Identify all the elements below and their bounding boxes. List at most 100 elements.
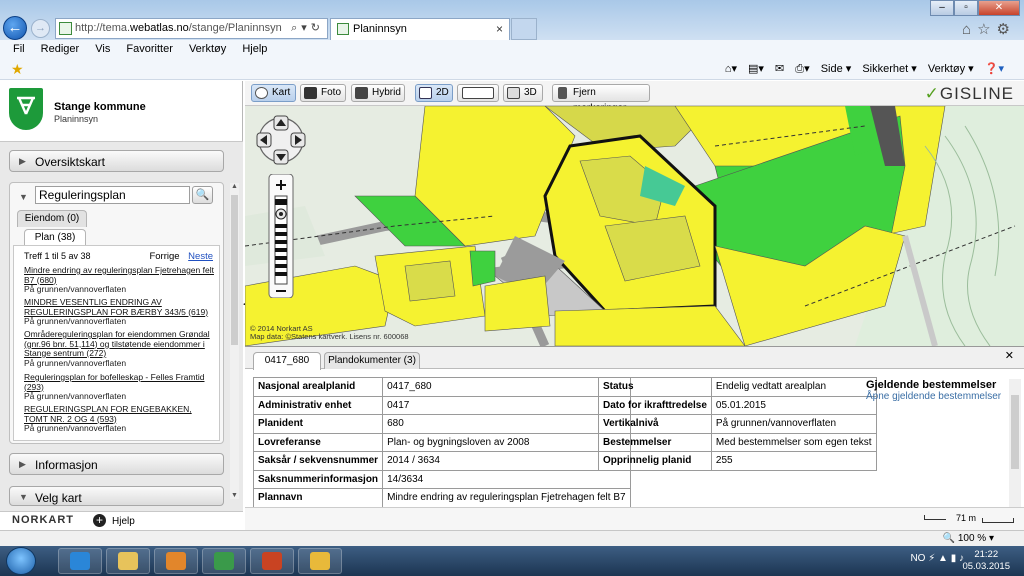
taskbar-app6[interactable] — [298, 548, 342, 574]
zoom-slider[interactable] — [267, 173, 295, 299]
window-close-icon[interactable]: ✕ — [978, 0, 1020, 16]
language-indicator[interactable]: NO — [910, 553, 925, 564]
next-link[interactable]: Neste — [188, 251, 213, 262]
velg-kart-header[interactable]: ▼ Velg kart — [9, 486, 224, 506]
scroll-thumb[interactable] — [231, 195, 238, 345]
result-subtitle: På grunnen/vannoverflaten — [24, 284, 127, 294]
kart-button[interactable]: Kart — [251, 84, 296, 102]
zoning-map-graphic — [245, 106, 1024, 346]
settings-gear-icon[interactable]: ⚙ — [997, 21, 1016, 38]
taskbar-app4[interactable] — [202, 548, 246, 574]
map-canvas[interactable]: © 2014 Norkart AS Map data: ©Statens kar… — [245, 106, 1024, 346]
trash-icon — [558, 87, 567, 99]
panel-scrollbar[interactable]: ▲ ▼ — [230, 183, 239, 499]
results-count: Treff 1 til 5 av 38 — [24, 251, 91, 261]
home-icon[interactable]: ⌂ — [962, 21, 977, 38]
result-title[interactable]: MINDRE VESENTLIG ENDRING AV REGULERINGSP… — [24, 297, 214, 317]
help-plus-icon[interactable]: + — [93, 514, 106, 527]
info-scrollbar[interactable] — [1009, 379, 1021, 507]
list-item[interactable]: Reguleringsplan for bofelleskap - Felles… — [24, 372, 214, 402]
scroll-up-icon[interactable]: ▲ — [230, 183, 239, 190]
taskbar-explorer[interactable] — [106, 548, 150, 574]
tab-plandokumenter[interactable]: Plandokumenter (3) — [324, 352, 420, 369]
menu-favoritter[interactable]: Favoritter — [126, 40, 172, 58]
tab-close-icon[interactable]: × — [496, 22, 503, 36]
menu-hjelp[interactable]: Hjelp — [242, 40, 267, 58]
cmd-sikkerhet[interactable]: Sikkerhet ▾ — [862, 63, 916, 75]
zoom-magnifier-icon: 🔍 — [942, 533, 958, 544]
list-item[interactable]: REGULERINGSPLAN FOR ENGEBAKKEN, TOMT NR.… — [24, 404, 214, 434]
foto-button[interactable]: Foto — [300, 84, 346, 102]
add-favorite-icon[interactable]: ★ — [11, 61, 24, 78]
split-view-button[interactable] — [457, 84, 499, 102]
minimize-icon[interactable]: – — [930, 0, 954, 16]
view-2d-button[interactable]: 2D — [415, 84, 453, 102]
copyright-line: Map data: ©Statens kartverk. Lisens nr. … — [250, 332, 409, 341]
norkart-logo: NORKART — [12, 514, 74, 526]
plan-info-panel: 0417_680 Plandokumenter (3) ✕ Nasjonal a… — [245, 346, 1024, 508]
back-button[interactable]: ← — [3, 16, 27, 40]
search-button[interactable]: 🔍 — [192, 186, 213, 204]
taskbar-media[interactable] — [154, 548, 198, 574]
scroll-thumb[interactable] — [1011, 395, 1019, 469]
table-row: Administrativ enhet 0417 — [252, 395, 631, 415]
mail-icon[interactable]: ✉ — [775, 63, 784, 75]
tab-plan[interactable]: Plan (38) — [24, 229, 86, 246]
map-copyright: © 2014 Norkart AS Map data: ©Statens kar… — [250, 325, 409, 341]
informasjon-header[interactable]: ▶ Informasjon — [9, 453, 224, 475]
list-item[interactable]: MINDRE VESENTLIG ENDRING AV REGULERINGSP… — [24, 297, 214, 327]
list-item[interactable]: Mindre endring av reguleringsplan Fjetre… — [24, 265, 214, 295]
open-bestemmelser-link[interactable]: Åpne gjeldende bestemmelser — [866, 391, 1001, 402]
result-title[interactable]: Reguleringsplan for bofelleskap - Felles… — [24, 372, 214, 392]
zoom-level[interactable]: 🔍 100 % ▾ — [943, 533, 994, 544]
taskbar-office[interactable] — [250, 548, 294, 574]
help-link[interactable]: Hjelp — [112, 516, 135, 527]
forward-button[interactable]: → — [31, 19, 50, 38]
result-subtitle: På grunnen/vannoverflaten — [24, 316, 127, 326]
scroll-down-icon[interactable]: ▼ — [230, 492, 239, 499]
clock[interactable]: 21:22 05.03.2015 — [962, 549, 1010, 573]
taskbar-ie[interactable] — [58, 548, 102, 574]
favorites-star-icon[interactable]: ☆ — [977, 21, 996, 38]
hybrid-button[interactable]: Hybrid — [351, 84, 405, 102]
home-menu-icon[interactable]: ⌂▾ — [725, 63, 737, 75]
clear-markings-button[interactable]: Fjern markeringer — [552, 84, 650, 114]
address-bar[interactable]: http://tema.webatlas.no/stange/Planinnsy… — [55, 18, 328, 39]
gisline-tick-icon: ✓ — [924, 84, 940, 103]
browser-tab[interactable]: Planinnsyn × — [330, 18, 510, 40]
list-item[interactable]: Områdereguleringsplan for eiendommen Grø… — [24, 329, 214, 368]
help-circle-icon[interactable]: ❓▾ — [985, 63, 1004, 75]
menu-vis[interactable]: Vis — [95, 40, 110, 58]
collapse-icon[interactable]: ▼ — [19, 192, 28, 202]
reguleringsplan-section: ▼ Reguleringsplan 🔍 Eiendom (0) Plan (38… — [9, 182, 224, 444]
prev-link[interactable]: Forrige — [149, 251, 179, 262]
attr-key: Planident — [252, 414, 384, 434]
maximize-icon[interactable]: ▫ — [954, 0, 978, 16]
page-icon — [59, 22, 72, 35]
cmd-side[interactable]: Side ▾ — [821, 63, 852, 75]
print-icon[interactable]: ⎙▾ — [795, 63, 809, 75]
plan-type-select[interactable]: Reguleringsplan — [35, 186, 190, 204]
menu-verktoy[interactable]: Verktøy — [189, 40, 226, 58]
view-3d-button[interactable]: 3D — [503, 84, 543, 102]
new-tab-button[interactable] — [511, 18, 537, 40]
result-title[interactable]: Mindre endring av reguleringsplan Fjetre… — [24, 265, 214, 285]
search-refresh-icons[interactable]: ⌕▾↻ — [291, 21, 324, 35]
attr-key: Saksår / sekvensnummer — [252, 451, 384, 471]
tab-eiendom[interactable]: Eiendom (0) — [17, 210, 87, 227]
tray-icons[interactable]: ⚡ ▲ ▮ ♪ — [928, 553, 964, 564]
table-row: Nasjonal arealplanid 0417_680 — [252, 377, 631, 397]
oversiktskart-header[interactable]: ▶ Oversiktskart — [9, 150, 224, 172]
attr-value: 255 — [710, 451, 877, 471]
cmd-verktoy[interactable]: Verktøy ▾ — [928, 63, 974, 75]
result-title[interactable]: REGULERINGSPLAN FOR ENGEBAKKEN, TOMT NR.… — [24, 404, 214, 424]
media-player-icon — [166, 552, 186, 570]
menu-fil[interactable]: Fil — [13, 40, 25, 58]
start-button[interactable] — [6, 547, 36, 575]
tab-plan-id[interactable]: 0417_680 — [253, 352, 321, 370]
feeds-icon[interactable]: ▤▾ — [748, 63, 764, 75]
pan-control[interactable] — [255, 114, 307, 166]
menu-rediger[interactable]: Rediger — [41, 40, 80, 58]
result-title[interactable]: Områdereguleringsplan for eiendommen Grø… — [24, 329, 214, 359]
close-icon[interactable]: ✕ — [1005, 349, 1014, 362]
